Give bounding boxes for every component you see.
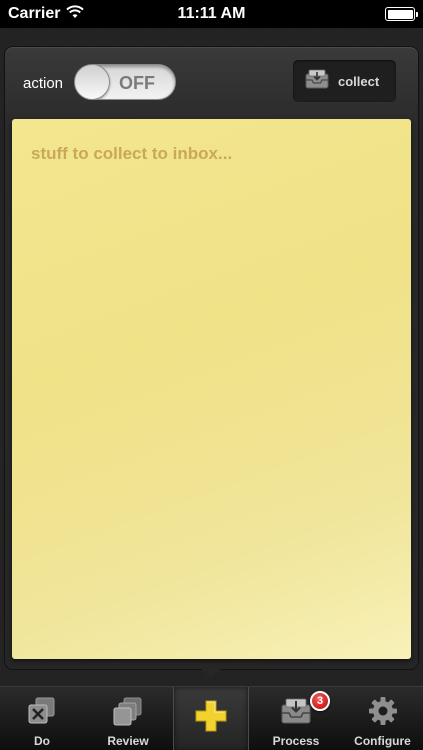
note-textarea[interactable]: [12, 119, 411, 659]
gear-icon: [368, 694, 398, 728]
inbox-tray-icon: [304, 68, 330, 95]
status-bar: Carrier 11:11 AM: [0, 0, 423, 28]
battery-icon: [385, 7, 418, 21]
tab-review-label: Review: [107, 734, 149, 748]
tab-process[interactable]: 3 Process: [250, 687, 342, 750]
panel-pointer: [199, 667, 223, 678]
toggle-knob[interactable]: [75, 65, 110, 99]
action-label: action: [23, 75, 64, 92]
tab-configure-label: Configure: [354, 734, 411, 748]
tab-review[interactable]: Review: [84, 687, 172, 750]
toggle-state-label: OFF: [119, 73, 155, 93]
tab-process-label: Process: [272, 734, 320, 748]
tab-do[interactable]: Do: [0, 687, 84, 750]
carrier-label: Carrier: [8, 5, 61, 22]
tab-bar: Do Review 3 Process Configure: [0, 686, 423, 750]
note-placeholder: stuff to collect to inbox...: [31, 144, 233, 163]
tab-do-label: Do: [34, 734, 50, 748]
do-icon: [27, 694, 57, 728]
action-toggle[interactable]: OFF: [74, 64, 176, 100]
plus-icon: [194, 699, 228, 733]
wifi-icon: [66, 4, 85, 24]
collect-label: collect: [338, 73, 380, 89]
tab-configure[interactable]: Configure: [342, 687, 423, 750]
tab-add[interactable]: [173, 687, 249, 750]
inbox-tray-icon: [278, 694, 314, 728]
process-badge: 3: [310, 691, 330, 711]
collect-button[interactable]: collect: [293, 60, 396, 102]
review-icon: [113, 694, 143, 728]
